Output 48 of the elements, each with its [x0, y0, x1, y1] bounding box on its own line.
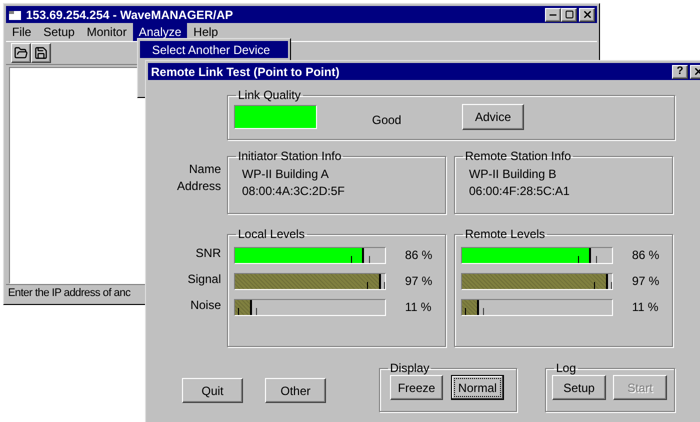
level-reading: 11 % [405, 299, 432, 316]
menu-item[interactable]: Setup [37, 23, 81, 41]
menu-item[interactable]: Help [187, 23, 224, 41]
group-label: Remote Station Info [464, 150, 572, 163]
level-reading: 97 % [632, 273, 660, 290]
level-reading: 97 % [405, 273, 432, 290]
group-label: Remote Levels [464, 228, 546, 241]
level-label: Signal [188, 271, 221, 288]
field-label: Address [176, 178, 221, 194]
station-name: WP-II Building B [469, 166, 558, 182]
maximize-icon [564, 10, 574, 19]
close-button[interactable] [579, 8, 595, 22]
dialog-button[interactable]: Freeze [390, 375, 443, 400]
menu-item[interactable]: File [6, 23, 38, 41]
field-label: Name [188, 161, 221, 177]
group-label: Local Levels [237, 228, 306, 241]
level-label: Noise [190, 297, 221, 314]
station-address: 06:00:4F:28:5C:A1 [469, 183, 571, 199]
dialog-button[interactable]: Setup [552, 375, 606, 400]
dialog-button[interactable]: Quit [182, 378, 243, 403]
maximize-button[interactable] [561, 8, 577, 22]
save-button[interactable] [31, 43, 51, 63]
station-name: WP-II Building A [242, 166, 330, 182]
minimize-button[interactable] [545, 8, 561, 22]
save-icon [34, 46, 48, 60]
group-label: Link Quality [237, 89, 302, 102]
level-reading: 86 % [632, 247, 660, 264]
open-folder-icon [14, 46, 28, 60]
level-reading: 86 % [405, 247, 432, 264]
group-label: Initiator Station Info [237, 150, 342, 163]
level-label: SNR [196, 245, 221, 262]
group-label: Log [555, 362, 578, 375]
dropdown-item[interactable]: Select Another Device [140, 41, 288, 58]
window-title: 153.69.254.254 - WaveMANAGER/AP [26, 6, 234, 24]
station-address: 08:00:4A:3C:2D:5F [242, 183, 346, 199]
dialog-button[interactable]: Other [265, 378, 326, 403]
quality-text: Good [372, 112, 402, 129]
open-button[interactable] [11, 43, 31, 63]
help-button[interactable]: ? [672, 64, 688, 78]
window-icon [8, 8, 22, 20]
level-reading: 11 % [632, 299, 658, 316]
group-label: Display [389, 362, 430, 375]
dialog-button[interactable]: Advice [462, 104, 524, 130]
dialog-title: Remote Link Test (Point to Point) [151, 64, 340, 80]
menu-item[interactable]: Monitor [80, 23, 133, 41]
status-text: Enter the IP address of anc [8, 286, 130, 302]
dialog-button[interactable]: Normal [451, 375, 504, 400]
close-icon [582, 9, 592, 20]
